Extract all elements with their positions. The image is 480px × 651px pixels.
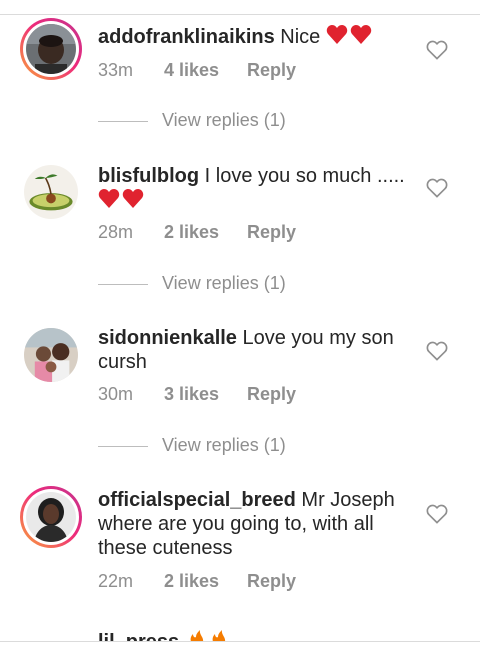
comment-meta: 22m 2 likes Reply <box>98 571 296 592</box>
comment-meta: 28m 2 likes Reply <box>98 222 296 243</box>
reply-button[interactable]: Reply <box>247 60 296 81</box>
comment-time: 30m <box>98 384 134 404</box>
heart-emoji-icon <box>326 24 372 52</box>
avatar[interactable] <box>22 326 80 384</box>
comment-time: 28m <box>98 222 134 242</box>
view-replies-line <box>98 121 148 122</box>
comment-text: blisfulblog I love you so much ..... <box>98 164 408 216</box>
avatar-image <box>24 165 78 219</box>
comment-username[interactable]: officialspecial_breed <box>98 489 296 511</box>
comment-text: officialspecial_breed Mr Joseph where ar… <box>98 488 408 560</box>
comment-username[interactable]: blisfulblog <box>98 165 199 187</box>
heart-outline-icon[interactable] <box>426 341 448 361</box>
avatar[interactable] <box>20 486 82 548</box>
comment-meta: 30m 3 likes Reply <box>98 384 296 405</box>
reply-button[interactable]: Reply <box>247 222 296 243</box>
comment-body: I love you so much ..... <box>199 165 405 187</box>
comment-text: sidonnienkalle Love you my son cursh <box>98 326 408 374</box>
comment-item-partial: lil_press <box>0 628 480 642</box>
heart-emoji-icon <box>98 188 144 216</box>
comment-text: addofranklinaikins Nice <box>98 24 408 52</box>
avatar-image <box>26 24 76 74</box>
top-divider <box>0 0 480 15</box>
view-replies-line <box>98 446 148 447</box>
comment-body: Nice <box>274 26 321 48</box>
comment-likes[interactable]: 2 likes <box>164 571 247 592</box>
comment-time: 33m <box>98 60 134 80</box>
comment-meta: 33m 4 likes Reply <box>98 60 296 81</box>
avatar-image <box>26 492 76 542</box>
view-replies-label[interactable]: View replies (1) <box>162 435 286 456</box>
avatar[interactable] <box>22 163 80 221</box>
reply-button[interactable]: Reply <box>247 571 296 592</box>
heart-outline-icon[interactable] <box>426 178 448 198</box>
view-replies-label[interactable]: View replies (1) <box>162 110 286 131</box>
avatar[interactable] <box>20 18 82 80</box>
comment-username[interactable]: sidonnienkalle <box>98 327 237 349</box>
view-replies-line <box>98 284 148 285</box>
comment-time: 22m <box>98 571 134 591</box>
reply-button[interactable]: Reply <box>247 384 296 405</box>
comment-username[interactable]: addofranklinaikins <box>98 26 275 48</box>
view-replies-label[interactable]: View replies (1) <box>162 273 286 294</box>
comment-likes[interactable]: 4 likes <box>164 60 247 81</box>
avatar-image <box>24 328 78 382</box>
heart-outline-icon[interactable] <box>426 40 448 60</box>
comment-likes[interactable]: 3 likes <box>164 384 247 405</box>
heart-outline-icon[interactable] <box>426 504 448 524</box>
comment-likes[interactable]: 2 likes <box>164 222 247 243</box>
